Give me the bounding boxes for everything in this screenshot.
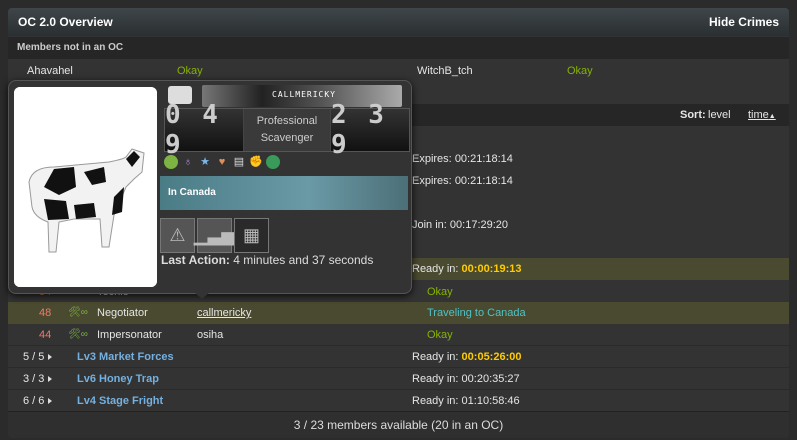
time-label: Ready in: [412, 395, 459, 407]
attack-button[interactable]: ⚠ [160, 218, 195, 253]
sort-level-link[interactable]: level [708, 109, 731, 121]
location-status: In Canada [160, 176, 408, 210]
time-label: Ready in: [412, 373, 459, 385]
rank-title: Professional Scavenger [244, 109, 331, 151]
stat-counter: 2 3 9 [331, 100, 409, 160]
time-value: 00:21:18:14 [454, 153, 513, 165]
crime-count-text: 6 / 6 [23, 395, 45, 407]
heart-icon[interactable]: ♥ [215, 155, 229, 169]
sort-bar: Sort: level time▲ [408, 104, 789, 126]
slot-role: Impersonator [97, 329, 162, 341]
sort-time-link[interactable]: time▲ [748, 109, 776, 121]
not-in-oc-heading: Members not in an OC [8, 37, 789, 59]
slot-member-link[interactable]: callmericky [197, 307, 251, 319]
crime-time: Ready in: 01:10:58:46 [412, 395, 520, 407]
avatar[interactable] [14, 87, 157, 287]
member-status: Okay [567, 65, 593, 77]
crime-time: Ready in: 00:20:35:27 [412, 373, 520, 385]
rank-line: Professional [256, 115, 318, 127]
profile-popup: CALLMERICKY 0 4 9 Professional Scavenger… [8, 80, 412, 294]
crime-count[interactable]: 3 / 3 [23, 373, 53, 385]
time-label: Ready in: [412, 351, 459, 363]
crime-name-link[interactable]: Lv3 Market Forces [77, 351, 174, 363]
hide-crimes-button[interactable]: Hide Crimes [709, 15, 779, 29]
cow-avatar-icon [14, 87, 157, 287]
globe-icon[interactable] [266, 155, 280, 169]
crime-count[interactable]: 6 / 6 [23, 395, 53, 407]
fist-icon[interactable]: ✊ [249, 155, 263, 169]
tools-icon: 🛠∞ [68, 329, 88, 340]
banner-name: CALLMERICKY [272, 90, 336, 99]
time-label: Expires: [412, 175, 452, 187]
time-label: Expires: [412, 153, 452, 165]
last-action-label: Last Action: [161, 253, 230, 267]
time-value: 00:21:18:14 [454, 175, 513, 187]
time-value: 00:20:35:27 [461, 373, 520, 385]
star-icon[interactable]: ★ [198, 155, 212, 169]
time-label: Join in: [412, 219, 447, 231]
level-counter: 0 4 9 [165, 100, 244, 160]
sort-label: Sort: [680, 109, 706, 121]
crime-name-link[interactable]: Lv4 Stage Fright [77, 395, 163, 407]
bar-chart-icon: ▁▃▅ [193, 225, 236, 245]
header-bar: OC 2.0 Overview Hide Crimes [8, 8, 789, 36]
tools-icon: 🛠∞ [68, 307, 88, 318]
expand-arrow-icon [48, 354, 53, 361]
stats-button[interactable]: ▁▃▅ [194, 218, 235, 253]
shop-button[interactable]: ▦ [234, 218, 269, 253]
sort-arrow-icon: ▲ [768, 113, 776, 120]
member-name[interactable]: WitchB_tch [417, 65, 473, 77]
slot-status: Traveling to Canada [427, 307, 526, 319]
profile-action-buttons: ⚠ ▁▃▅ ▦ [160, 218, 269, 253]
shop-icon: ▦ [242, 225, 260, 245]
crime-count-text: 3 / 3 [23, 373, 45, 385]
ring-icon[interactable]: ♁ [181, 155, 195, 169]
crime-time: Ready in: 00:05:26:00 [412, 351, 521, 363]
slot-member-link[interactable]: osiha [197, 329, 223, 341]
expand-arrow-icon [48, 398, 53, 405]
online-dot-icon[interactable] [164, 155, 178, 169]
member-name[interactable]: Ahavahel [27, 65, 73, 77]
divider [8, 345, 789, 346]
time-value: 01:10:58:46 [461, 395, 520, 407]
crime-count[interactable]: 5 / 5 [23, 351, 53, 363]
rank-line: Scavenger [260, 132, 314, 144]
popup-pointer [194, 292, 210, 299]
slot-status: Okay [427, 329, 453, 341]
page-title: OC 2.0 Overview [18, 15, 113, 29]
slot-level: 44 [39, 329, 52, 341]
crime-name-link[interactable]: Lv6 Honey Trap [77, 373, 159, 385]
slot-role: Negotiator [97, 307, 148, 319]
last-action-value: 4 minutes and 37 seconds [233, 253, 374, 267]
divider [8, 367, 789, 368]
crime-count-text: 5 / 5 [23, 351, 45, 363]
sort-time-label: time [748, 109, 769, 121]
status-icons: ♁ ★ ♥ ▤ ✊ [164, 153, 280, 171]
time-label: Ready in: [412, 263, 459, 275]
slot-status: Okay [427, 286, 453, 298]
crime-time: Expires: 00:21:18:14 [412, 153, 513, 165]
warning-icon: ⚠ [169, 225, 186, 245]
slot-level: 48 [39, 307, 52, 319]
time-value: 00:00:19:13 [461, 263, 522, 275]
last-action: Last Action: 4 minutes and 37 seconds [161, 253, 373, 267]
member-status: Okay [177, 65, 203, 77]
card-icon[interactable]: ▤ [232, 155, 246, 169]
location-text: In Canada [168, 187, 216, 198]
availability-footer: 3 / 23 members available (20 in an OC) [8, 411, 789, 438]
profile-stats: 0 4 9 Professional Scavenger 2 3 9 [164, 100, 410, 160]
time-value: 00:05:26:00 [461, 351, 522, 363]
crime-time: Join in: 00:17:29:20 [412, 219, 508, 231]
time-value: 00:17:29:20 [449, 219, 509, 231]
expand-arrow-icon [48, 376, 53, 383]
divider [8, 389, 789, 390]
crime-time: Ready in: 00:00:19:13 [412, 263, 521, 275]
crime-time: Expires: 00:21:18:14 [412, 175, 513, 187]
